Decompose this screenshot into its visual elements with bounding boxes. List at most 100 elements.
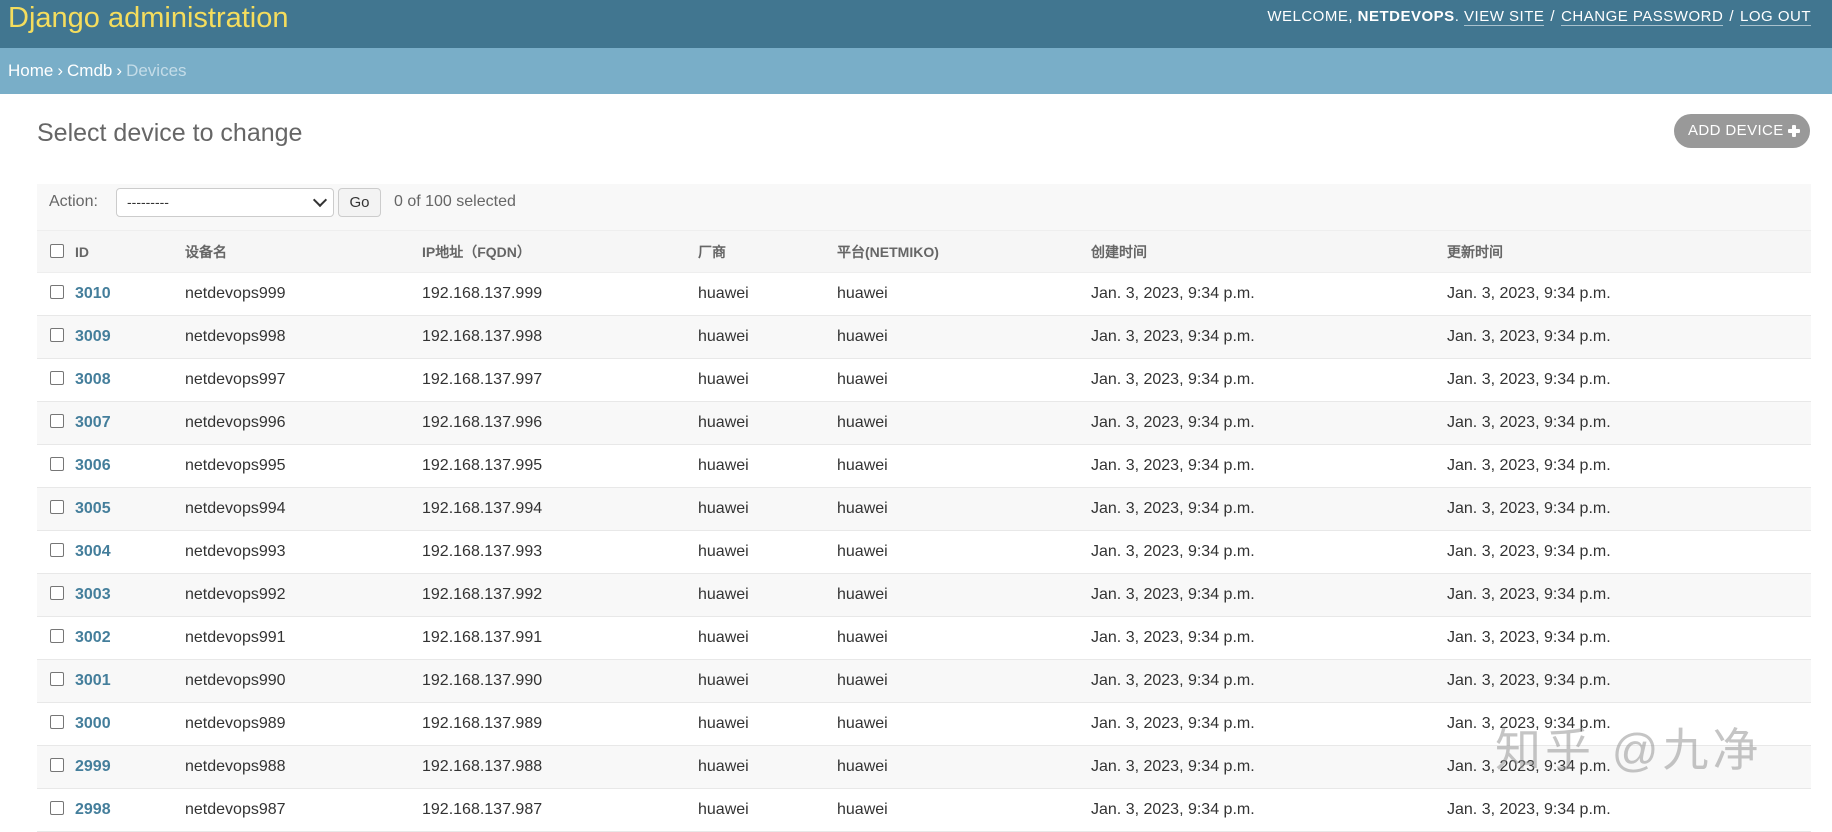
row-device-name: netdevops990 xyxy=(185,659,422,703)
row-select-cell xyxy=(37,487,75,531)
row-checkbox[interactable] xyxy=(50,628,64,643)
row-id-link[interactable]: 3008 xyxy=(75,371,111,388)
row-platform: huawei xyxy=(837,788,1091,832)
row-checkbox[interactable] xyxy=(50,542,64,557)
row-checkbox[interactable] xyxy=(50,671,64,686)
row-id-link[interactable]: 2998 xyxy=(75,801,111,818)
row-checkbox[interactable] xyxy=(50,714,64,729)
column-header-platform[interactable]: 平台(NETMIKO) xyxy=(837,230,1091,273)
row-vendor: huawei xyxy=(698,745,837,789)
view-site-link[interactable]: VIEW SITE xyxy=(1464,8,1545,26)
change-password-link[interactable]: CHANGE PASSWORD xyxy=(1561,8,1724,26)
row-vendor: huawei xyxy=(698,315,837,359)
row-updated-time: Jan. 3, 2023, 9:34 p.m. xyxy=(1447,358,1811,402)
row-device-name: netdevops997 xyxy=(185,358,422,402)
row-checkbox[interactable] xyxy=(50,284,64,299)
row-created-time: Jan. 3, 2023, 9:34 p.m. xyxy=(1091,272,1447,316)
row-ip-address: 192.168.137.993 xyxy=(422,530,698,574)
row-vendor: huawei xyxy=(698,659,837,703)
table-row: 3003 netdevops992 192.168.137.992 huawei hua… xyxy=(37,573,1811,617)
row-checkbox[interactable] xyxy=(50,757,64,772)
row-checkbox[interactable] xyxy=(50,327,64,342)
breadcrumb-home[interactable]: Home xyxy=(8,61,53,80)
user-tools: WELCOME, NETDEVOPS. VIEW SITE / CHANGE PAS… xyxy=(1267,8,1811,26)
row-ip-address: 192.168.137.996 xyxy=(422,401,698,445)
column-header-updated[interactable]: 更新时间 xyxy=(1447,230,1811,273)
row-id-cell: 3003 xyxy=(75,573,185,617)
chevron-down-icon xyxy=(312,192,328,208)
row-checkbox[interactable] xyxy=(50,800,64,815)
row-created-time: Jan. 3, 2023, 9:34 p.m. xyxy=(1091,659,1447,703)
row-id-link[interactable]: 3002 xyxy=(75,629,111,646)
row-created-time: Jan. 3, 2023, 9:34 p.m. xyxy=(1091,444,1447,488)
row-id-cell: 2999 xyxy=(75,745,185,789)
row-id-link[interactable]: 3006 xyxy=(75,457,111,474)
row-id-cell: 3000 xyxy=(75,702,185,746)
table-row: 3004 netdevops993 192.168.137.993 huawei hua… xyxy=(37,530,1811,574)
row-select-cell xyxy=(37,659,75,703)
row-select-cell xyxy=(37,573,75,617)
row-id-link[interactable]: 3000 xyxy=(75,715,111,732)
row-updated-time: Jan. 3, 2023, 9:34 p.m. xyxy=(1447,530,1811,574)
row-device-name: netdevops995 xyxy=(185,444,422,488)
column-header-id[interactable]: ID xyxy=(75,230,185,273)
row-id-link[interactable]: 2999 xyxy=(75,758,111,775)
action-select[interactable]: --------- xyxy=(116,188,334,217)
row-platform: huawei xyxy=(837,530,1091,574)
add-device-button[interactable]: ADD DEVICE xyxy=(1674,114,1810,148)
row-id-link[interactable]: 3003 xyxy=(75,586,111,603)
row-created-time: Jan. 3, 2023, 9:34 p.m. xyxy=(1091,487,1447,531)
row-vendor: huawei xyxy=(698,530,837,574)
select-all-checkbox[interactable] xyxy=(50,243,64,258)
row-select-cell xyxy=(37,358,75,402)
row-checkbox[interactable] xyxy=(50,499,64,514)
row-id-link[interactable]: 3010 xyxy=(75,285,111,302)
row-id-cell: 3001 xyxy=(75,659,185,703)
row-id-link[interactable]: 3001 xyxy=(75,672,111,689)
breadcrumb-current: Devices xyxy=(126,61,187,80)
row-created-time: Jan. 3, 2023, 9:34 p.m. xyxy=(1091,401,1447,445)
table-row: 3010 netdevops999 192.168.137.999 huawei hua… xyxy=(37,272,1811,316)
row-id-link[interactable]: 3004 xyxy=(75,543,111,560)
action-label: Action: xyxy=(49,193,98,210)
row-ip-address: 192.168.137.987 xyxy=(422,788,698,832)
row-select-cell xyxy=(37,530,75,574)
column-header-created[interactable]: 创建时间 xyxy=(1091,230,1447,273)
breadcrumb: Home › Cmdb › Devices xyxy=(0,48,1832,94)
row-updated-time: Jan. 3, 2023, 9:34 p.m. xyxy=(1447,788,1811,832)
row-device-name: netdevops993 xyxy=(185,530,422,574)
column-header-ip[interactable]: IP地址（FQDN） xyxy=(422,230,698,273)
row-ip-address: 192.168.137.997 xyxy=(422,358,698,402)
table-row: 3001 netdevops990 192.168.137.990 huawei hua… xyxy=(37,659,1811,703)
row-select-cell xyxy=(37,702,75,746)
row-id-link[interactable]: 3009 xyxy=(75,328,111,345)
go-button[interactable]: Go xyxy=(338,188,381,217)
row-select-cell xyxy=(37,616,75,660)
row-id-link[interactable]: 3007 xyxy=(75,414,111,431)
row-checkbox[interactable] xyxy=(50,585,64,600)
row-checkbox[interactable] xyxy=(50,413,64,428)
row-device-name: netdevops989 xyxy=(185,702,422,746)
column-header-vendor[interactable]: 厂商 xyxy=(698,230,837,273)
row-platform: huawei xyxy=(837,659,1091,703)
column-header-name[interactable]: 设备名 xyxy=(185,230,422,273)
site-name[interactable]: Django administration xyxy=(8,0,288,36)
row-platform: huawei xyxy=(837,358,1091,402)
breadcrumb-cmdb[interactable]: Cmdb xyxy=(67,61,112,80)
row-vendor: huawei xyxy=(698,616,837,660)
log-out-link[interactable]: LOG OUT xyxy=(1739,8,1811,26)
row-vendor: huawei xyxy=(698,702,837,746)
username: NETDEVOPS xyxy=(1357,8,1455,25)
row-vendor: huawei xyxy=(698,358,837,402)
row-checkbox[interactable] xyxy=(50,456,64,471)
row-ip-address: 192.168.137.999 xyxy=(422,272,698,316)
table-row: 3005 netdevops994 192.168.137.994 huawei hua… xyxy=(37,487,1811,531)
row-updated-time: Jan. 3, 2023, 9:34 p.m. xyxy=(1447,401,1811,445)
row-checkbox[interactable] xyxy=(50,370,64,385)
row-platform: huawei xyxy=(837,616,1091,660)
welcome-text: WELCOME, xyxy=(1267,8,1353,25)
row-id-link[interactable]: 3005 xyxy=(75,500,111,517)
table-row: 2998 netdevops987 192.168.137.987 huawei hua… xyxy=(37,788,1811,832)
header-bar: Django administration WELCOME, NETDEVOPS… xyxy=(0,0,1832,48)
row-created-time: Jan. 3, 2023, 9:34 p.m. xyxy=(1091,616,1447,660)
